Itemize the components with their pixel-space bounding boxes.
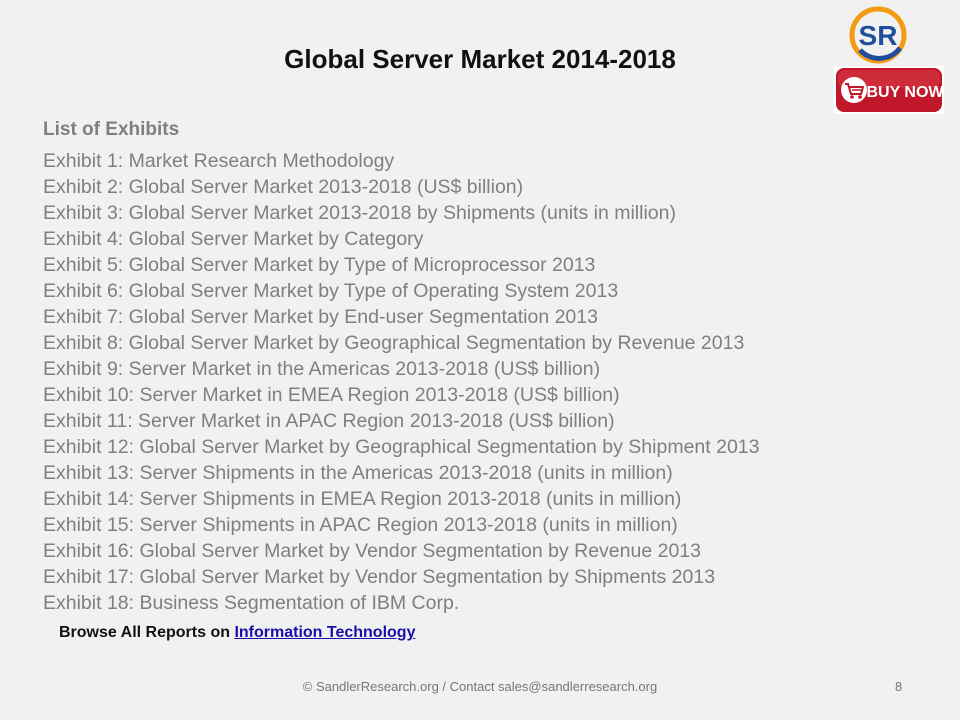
buy-now-label: BUY NOW [866,84,944,101]
exhibit-item: Exhibit 14: Server Shipments in EMEA Reg… [43,488,682,510]
exhibit-item: Exhibit 16: Global Server Market by Vend… [43,540,701,562]
exhibit-item: Exhibit 11: Server Market in APAC Region… [43,410,615,432]
footer-copyright: © SandlerResearch.org / Contact sales@sa… [302,679,658,694]
exhibit-item: Exhibit 2: Global Server Market 2013-201… [43,176,524,198]
slide: Global Server Market 2014-2018 SR BUY NO… [0,0,960,720]
exhibit-item: Exhibit 18: Business Segmentation of IBM… [43,592,460,614]
exhibit-item: Exhibit 13: Server Shipments in the Amer… [43,462,673,484]
exhibit-item: Exhibit 5: Global Server Market by Type … [43,254,596,276]
buy-now-button[interactable]: BUY NOW [834,66,944,114]
exhibit-item: Exhibit 4: Global Server Market by Categ… [43,228,424,250]
exhibit-item: Exhibit 6: Global Server Market by Type … [43,280,619,302]
exhibit-item: Exhibit 7: Global Server Market by End-u… [43,306,598,328]
exhibit-item: Exhibit 15: Server Shipments in APAC Reg… [43,514,678,536]
exhibit-item: Exhibit 3: Global Server Market 2013-201… [43,202,676,224]
logo-text: SR [859,20,898,51]
browse-prefix: Browse All Reports on [59,624,235,641]
exhibit-item: Exhibit 12: Global Server Market by Geog… [43,436,760,458]
slide-title: Global Server Market 2014-2018 [284,44,676,74]
sandler-research-logo: SR [849,6,907,64]
exhibit-item: Exhibit 9: Server Market in the Americas… [43,358,601,380]
exhibit-item: Exhibit 8: Global Server Market by Geogr… [43,332,745,354]
exhibit-item: Exhibit 1: Market Research Methodology [43,150,395,172]
exhibit-item: Exhibit 10: Server Market in EMEA Region… [43,384,620,406]
page-number: 8 [895,679,903,694]
shopping-cart-icon [841,77,867,103]
list-of-exhibits-heading: List of Exhibits [43,119,180,140]
exhibits-list: Exhibit 1: Market Research Methodology E… [43,148,759,616]
browse-reports-line: Browse All Reports on Information Techno… [59,624,415,642]
information-technology-link[interactable]: Information Technology [234,624,415,641]
exhibit-item: Exhibit 17: Global Server Market by Vend… [43,566,716,588]
